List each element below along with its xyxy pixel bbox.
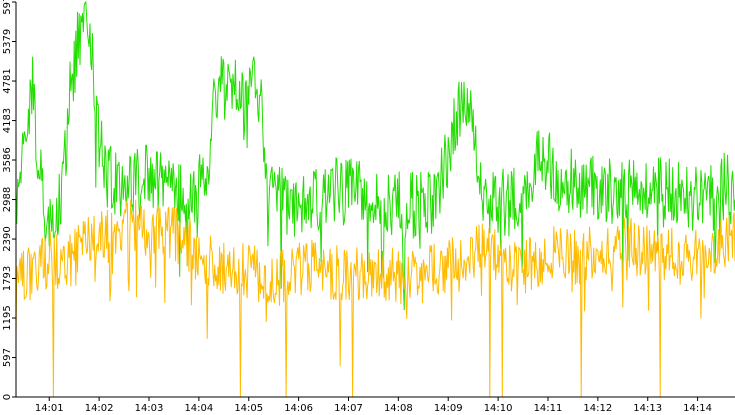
y-tick-label: 0 [2, 394, 13, 400]
x-tick-label: 14:14 [683, 403, 712, 414]
y-tick-label: 597 [2, 348, 13, 367]
y-axis: 0 597 1195 1793 2390 2988 3586 4183 4781 5379 5977 [2, 0, 17, 400]
line-chart: 0 597 1195 1793 2390 2988 3586 4183 4781 5379 5977… [2, 0, 735, 414]
y-tick-label: 1195 [2, 305, 13, 330]
y-tick-label: 4781 [2, 68, 13, 93]
x-tick-label: 14:08 [384, 403, 413, 414]
y-tick-label: 5379 [2, 29, 13, 54]
x-tick-label: 14:05 [234, 403, 263, 414]
x-tick-label: 14:09 [434, 403, 463, 414]
x-axis: 14:01 14:02 14:03 14:04 14:05 14:06 14:07 14:08… [16, 396, 735, 414]
x-tick-label: 14:03 [135, 403, 164, 414]
y-tick-label: 5977 [2, 0, 13, 15]
x-tick-label: 14:04 [184, 403, 213, 414]
x-tick-label: 14:11 [534, 403, 563, 414]
x-tick-label: 14:07 [334, 403, 363, 414]
x-tick-label: 14:13 [633, 403, 662, 414]
x-tick-label: 14:12 [583, 403, 612, 414]
y-tick-label: 1793 [2, 266, 13, 291]
x-tick-label: 14:01 [35, 403, 64, 414]
y-tick-label: 2390 [2, 226, 13, 251]
x-tick-label: 14:02 [85, 403, 114, 414]
y-tick-label: 2988 [2, 187, 13, 212]
x-tick-label: 14:10 [484, 403, 513, 414]
y-tick-label: 3586 [2, 147, 13, 172]
y-tick-label: 4183 [2, 108, 13, 133]
series-layer [15, 0, 735, 398]
x-tick-label: 14:06 [284, 403, 313, 414]
